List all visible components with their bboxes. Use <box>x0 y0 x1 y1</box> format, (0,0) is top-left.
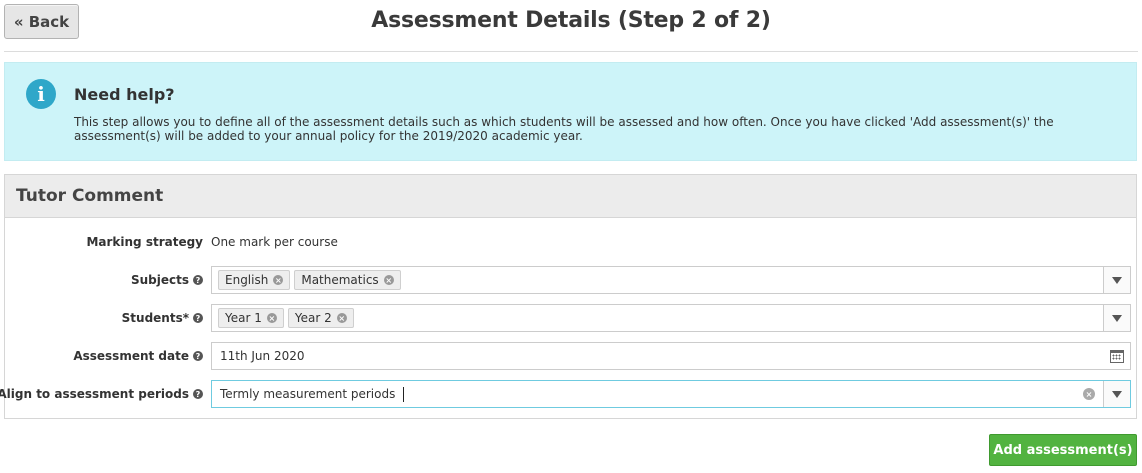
add-assessment-button[interactable]: Add assessment(s) <box>989 434 1137 466</box>
dropdown-toggle[interactable] <box>1103 267 1130 293</box>
remove-tag-icon[interactable]: × <box>273 275 284 285</box>
chevron-down-icon <box>1112 276 1122 284</box>
marking-strategy-label: Marking strategy <box>86 235 203 249</box>
chevron-down-icon <box>1112 314 1122 322</box>
assessment-date-input[interactable]: 11th Jun 2020 <box>211 342 1131 370</box>
student-tag: Year 2 × <box>287 308 354 328</box>
subjects-label: Subjects ? <box>131 266 203 294</box>
students-select[interactable]: Year 1 × Year 2 × <box>211 304 1131 332</box>
subjects-select[interactable]: English × Mathematics × <box>211 266 1131 294</box>
assessment-date-row: Assessment date ? 11th Jun 2020 <box>5 342 1136 372</box>
help-question-icon[interactable]: ? <box>193 389 203 399</box>
dropdown-toggle[interactable] <box>1103 381 1130 407</box>
marking-strategy-value: One mark per course <box>211 235 338 249</box>
subject-tag: English × <box>218 270 291 290</box>
calendar-button[interactable] <box>1103 343 1130 369</box>
align-periods-label: Align to assessment periods ? <box>0 380 203 408</box>
help-title: Need help? <box>74 85 175 104</box>
align-periods-select[interactable]: Termly measurement periods × <box>211 380 1131 408</box>
help-question-icon[interactable]: ? <box>193 351 203 361</box>
help-question-icon[interactable]: ? <box>193 313 203 323</box>
marking-strategy-row: Marking strategy One mark per course <box>5 228 1136 258</box>
text-caret <box>403 386 405 402</box>
dropdown-toggle[interactable] <box>1103 305 1130 331</box>
remove-tag-icon[interactable]: × <box>336 313 347 323</box>
students-row: Students* ? Year 1 × Year 2 × <box>5 304 1136 334</box>
remove-tag-icon[interactable]: × <box>383 275 394 285</box>
subjects-row: Subjects ? English × Mathematics × <box>5 266 1136 296</box>
assessment-date-label: Assessment date ? <box>73 342 203 370</box>
student-tag: Year 1 × <box>218 308 284 328</box>
header-divider <box>4 51 1138 52</box>
info-icon: i <box>26 79 56 109</box>
help-question-icon[interactable]: ? <box>193 275 203 285</box>
assessment-panel: Tutor Comment Marking strategy One mark … <box>0 174 1137 419</box>
subject-tag: Mathematics × <box>294 270 401 290</box>
clear-icon[interactable]: × <box>1083 388 1095 400</box>
remove-tag-icon[interactable]: × <box>266 313 277 323</box>
page-title: Assessment Details (Step 2 of 2) <box>371 8 771 33</box>
help-text: This step allows you to define all of th… <box>74 115 1054 143</box>
students-label: Students* ? <box>122 304 203 332</box>
panel-title: Tutor Comment <box>5 175 1136 218</box>
calendar-icon <box>1109 349 1124 363</box>
align-periods-row: Align to assessment periods ? Termly mea… <box>0 380 1136 410</box>
chevron-down-icon <box>1112 390 1122 398</box>
help-box: i Need help? This step allows you to def… <box>4 62 1137 161</box>
